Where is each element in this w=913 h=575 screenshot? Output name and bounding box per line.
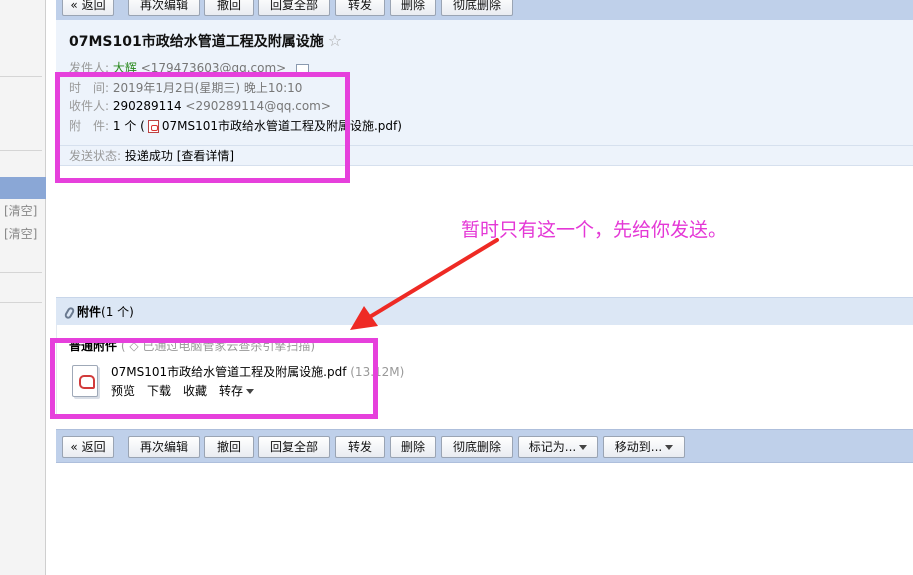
annotation-arrow-icon (350, 238, 499, 330)
